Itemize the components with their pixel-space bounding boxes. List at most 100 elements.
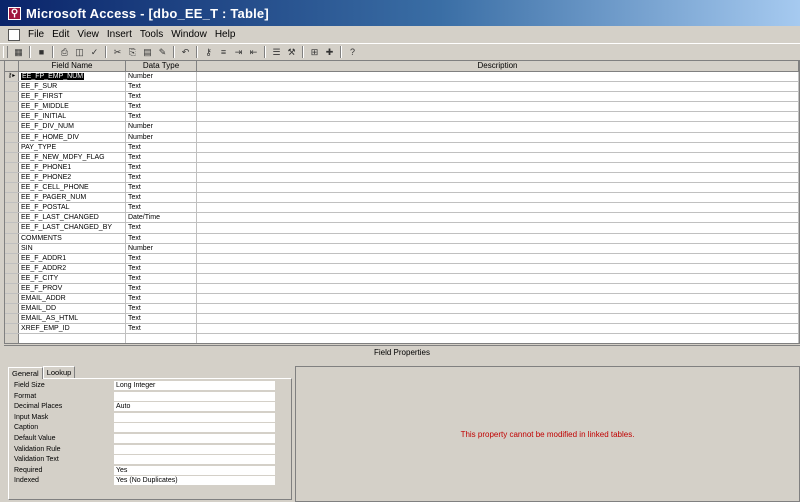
property-value-field[interactable] [114,444,275,455]
header-selector[interactable] [5,61,19,71]
property-value-field[interactable] [114,433,275,444]
insert-rows-icon[interactable]: ⇥ [232,46,245,58]
row-selector[interactable] [5,334,19,343]
field-name-cell[interactable]: EE_F_FIRST [19,92,126,102]
current-row-primary-key-icon[interactable]: ⚷▸ [5,72,19,82]
tab-general[interactable]: General [8,367,43,379]
field-name-cell[interactable]: EE_F_INITIAL [19,112,126,122]
table-row[interactable]: EE_F_PAGER_NUM Text [5,193,799,204]
row-selector[interactable] [5,223,19,233]
description-cell[interactable] [197,102,799,112]
data-type-cell[interactable]: Text [126,142,197,152]
property-value-field[interactable]: Yes (No Duplicates) [114,476,275,487]
table-row[interactable]: SIN Number [5,243,799,254]
row-selector[interactable] [5,102,19,112]
table-row[interactable]: EE_F_MIDDLE Text [5,102,799,113]
field-name-cell[interactable]: EE_F_CITY [19,273,126,283]
row-selector[interactable] [5,253,19,263]
data-type-cell[interactable]: Text [126,112,197,122]
description-cell[interactable] [197,294,799,304]
row-selector[interactable] [5,273,19,283]
data-type-cell[interactable]: Text [126,324,197,334]
description-cell[interactable] [197,72,799,82]
field-name-cell[interactable]: EE_F_PHONE1 [19,162,126,172]
data-type-cell[interactable]: Text [126,193,197,203]
spelling-icon[interactable]: ✓ [88,46,101,58]
data-type-cell[interactable] [126,334,197,343]
row-selector[interactable] [5,243,19,253]
menu-tools[interactable]: Tools [136,29,167,40]
row-selector[interactable] [5,172,19,183]
table-row[interactable]: EE_F_PHONE1 Text [5,162,799,173]
undo-icon[interactable]: ↶ [179,46,192,58]
table-row[interactable]: EE_F_CITY Text [5,273,799,284]
data-type-cell[interactable]: Text [126,283,197,294]
table-row[interactable]: EMAIL_ADDR Text [5,294,799,305]
row-selector[interactable] [5,183,19,193]
description-cell[interactable] [197,283,799,294]
tab-lookup[interactable]: Lookup [42,366,76,378]
indexes-icon[interactable]: ≡ [217,46,230,58]
row-selector[interactable] [5,203,19,213]
data-type-cell[interactable]: Text [126,314,197,324]
description-cell[interactable] [197,233,799,243]
row-selector[interactable] [5,152,19,162]
description-cell[interactable] [197,183,799,193]
field-name-cell[interactable]: SIN [19,243,126,253]
table-row[interactable]: XREF_EMP_ID Text [5,324,799,335]
data-type-cell[interactable]: Number [126,122,197,132]
description-cell[interactable] [197,223,799,233]
row-selector[interactable] [5,122,19,132]
property-value-field[interactable]: Yes [114,465,275,476]
print-preview-icon[interactable]: ◫ [73,46,86,58]
table-row[interactable]: PAY_TYPE Text [5,142,799,153]
description-cell[interactable] [197,172,799,183]
view-icon[interactable]: ▦ [12,46,25,58]
row-selector[interactable] [5,314,19,324]
field-name-cell[interactable]: EMAIL_ADDR [19,294,126,304]
save-icon[interactable]: ■ [35,46,48,58]
table-row[interactable]: EE_F_NEW_MDFY_FLAG Text [5,152,799,163]
description-cell[interactable] [197,112,799,122]
field-name-cell[interactable]: EE_F_HOME_DIV [19,132,126,142]
description-cell[interactable] [197,243,799,253]
row-selector[interactable] [5,162,19,172]
table-row[interactable]: EE_F_CELL_PHONE Text [5,183,799,194]
data-type-cell[interactable]: Number [126,72,197,82]
header-data-type[interactable]: Data Type [126,61,197,71]
primary-key-icon[interactable]: ⚷ [202,46,215,58]
data-type-cell[interactable]: Text [126,294,197,304]
description-cell[interactable] [197,122,799,132]
table-row[interactable]: EE_F_SUR Text [5,82,799,93]
data-type-cell[interactable]: Text [126,263,197,273]
delete-rows-icon[interactable]: ⇤ [247,46,260,58]
data-type-cell[interactable]: Text [126,162,197,172]
field-name-cell[interactable] [19,334,126,343]
row-selector[interactable] [5,304,19,314]
description-cell[interactable] [197,273,799,283]
table-row[interactable]: EE_F_PROV Text [5,283,799,295]
table-row[interactable]: EE_F_LAST_CHANGED Date/Time [5,213,799,224]
description-cell[interactable] [197,253,799,263]
table-row[interactable]: ⚷▸ EE_FP_EMP_NUM Number [5,72,799,83]
field-name-cell[interactable]: EE_F_LAST_CHANGED [19,213,126,223]
description-cell[interactable] [197,334,799,343]
description-cell[interactable] [197,152,799,162]
header-description[interactable]: Description [197,61,799,71]
property-value-field[interactable] [114,391,275,402]
row-selector[interactable] [5,294,19,304]
row-selector[interactable] [5,112,19,122]
field-name-cell[interactable]: EE_F_MIDDLE [19,102,126,112]
description-cell[interactable] [197,162,799,172]
description-cell[interactable] [197,82,799,92]
format-painter-icon[interactable]: ✎ [156,46,169,58]
data-type-cell[interactable]: Text [126,183,197,193]
copy-icon[interactable]: ⎘ [126,46,139,58]
data-type-cell[interactable]: Number [126,132,197,142]
data-type-cell[interactable]: Text [126,92,197,102]
field-name-cell[interactable]: EE_F_ADDR2 [19,263,126,273]
new-object-icon[interactable]: ✚ [323,46,336,58]
row-selector[interactable] [5,263,19,273]
table-row[interactable]: EMAIL_DD Text [5,304,799,315]
description-cell[interactable] [197,142,799,152]
